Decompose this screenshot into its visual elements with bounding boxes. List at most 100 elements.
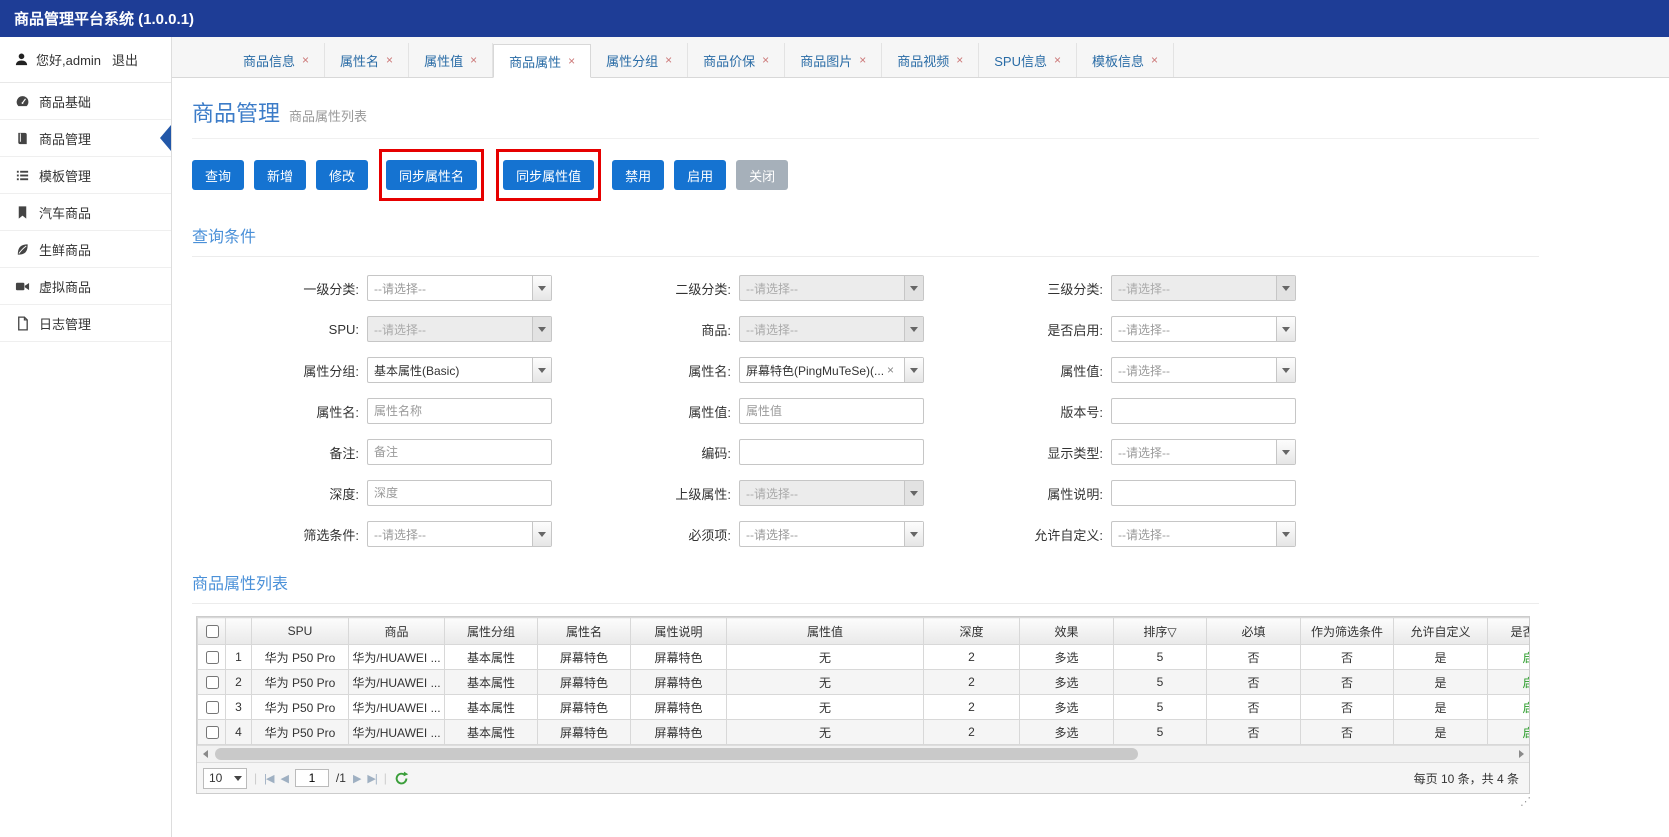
level1-category-select[interactable]: --请选择-- bbox=[367, 275, 552, 301]
grid-column-header[interactable]: 作为筛选条件 bbox=[1300, 617, 1394, 645]
grid-column-header[interactable]: 排序▽ bbox=[1113, 617, 1207, 645]
horizontal-scrollbar[interactable] bbox=[197, 745, 1529, 762]
next-page-icon[interactable]: ▶ bbox=[353, 772, 362, 785]
sidebar-item-log-manage[interactable]: 日志管理 bbox=[0, 305, 171, 342]
select-all-checkbox[interactable] bbox=[205, 624, 219, 638]
sync-attr-name-button[interactable]: 同步属性名 bbox=[386, 160, 478, 190]
tab-close-icon[interactable]: × bbox=[1054, 53, 1061, 67]
grid-column-header[interactable]: 效果 bbox=[1019, 617, 1114, 645]
level2-category-select: --请选择-- bbox=[739, 275, 924, 301]
field-label: 筛选条件: bbox=[303, 527, 359, 543]
tab-close-icon[interactable]: × bbox=[762, 53, 769, 67]
attr-name-text-input[interactable] bbox=[367, 398, 552, 424]
prev-page-icon[interactable]: ◀ bbox=[280, 772, 289, 785]
grid-column-header[interactable]: 属性名 bbox=[537, 617, 631, 645]
chevron-down-icon[interactable] bbox=[1276, 358, 1295, 382]
tab-attr-value[interactable]: 属性值 × bbox=[409, 43, 494, 77]
sidebar-item-virtual-goods[interactable]: 虚拟商品 bbox=[0, 268, 171, 305]
tab-close-icon[interactable]: × bbox=[302, 53, 309, 67]
grid-column-header[interactable]: 属性值 bbox=[726, 617, 924, 645]
tab-close-icon[interactable]: × bbox=[665, 53, 672, 67]
display-type-select[interactable]: --请选择-- bbox=[1111, 439, 1296, 465]
version-input[interactable] bbox=[1111, 398, 1296, 424]
allow-custom-select[interactable]: --请选择-- bbox=[1111, 521, 1296, 547]
attr-value-text-input[interactable] bbox=[739, 398, 924, 424]
refresh-icon[interactable] bbox=[394, 771, 409, 786]
add-button[interactable]: 新增 bbox=[254, 160, 307, 190]
grid-column-header[interactable]: 属性分组 bbox=[444, 617, 538, 645]
row-checkbox[interactable] bbox=[205, 675, 219, 689]
remark-input[interactable] bbox=[367, 439, 552, 465]
required-select[interactable]: --请选择-- bbox=[739, 521, 924, 547]
scrollbar-track[interactable] bbox=[213, 746, 1513, 762]
chevron-down-icon[interactable] bbox=[904, 522, 923, 546]
tab-close-icon[interactable]: × bbox=[956, 53, 963, 67]
tab-price-guard[interactable]: 商品价保 × bbox=[688, 43, 786, 77]
first-page-icon[interactable]: |◀ bbox=[264, 772, 274, 785]
grid-column-header[interactable]: SPU bbox=[251, 617, 349, 645]
tab-goods-attr[interactable]: 商品属性 × bbox=[493, 44, 592, 78]
edit-button[interactable]: 修改 bbox=[316, 160, 369, 190]
tab-goods-info[interactable]: 商品信息 × bbox=[228, 43, 326, 77]
scroll-left-icon[interactable] bbox=[197, 746, 213, 762]
last-page-icon[interactable]: ▶| bbox=[367, 772, 377, 785]
grid-column-header[interactable]: 深度 bbox=[923, 617, 1020, 645]
resize-grip[interactable]: ⋰ bbox=[1520, 795, 1531, 808]
chevron-down-icon[interactable] bbox=[532, 522, 551, 546]
chevron-down-icon[interactable] bbox=[1276, 522, 1295, 546]
depth-input[interactable] bbox=[367, 480, 552, 506]
tab-spu-info[interactable]: SPU信息 × bbox=[979, 43, 1077, 77]
enable-button[interactable]: 启用 bbox=[674, 160, 727, 190]
tab-attr-name[interactable]: 属性名 × bbox=[325, 43, 410, 77]
grid-column-header[interactable]: 商品 bbox=[348, 617, 445, 645]
tab-close-icon[interactable]: × bbox=[470, 53, 477, 67]
scroll-right-icon[interactable] bbox=[1513, 746, 1529, 762]
sidebar-item-template-manage[interactable]: 模板管理 bbox=[0, 157, 171, 194]
row-checkbox[interactable] bbox=[205, 725, 219, 739]
chevron-down-icon[interactable] bbox=[1276, 317, 1295, 341]
chevron-down-icon[interactable] bbox=[532, 276, 551, 300]
tab-template-info[interactable]: 模板信息 × bbox=[1077, 43, 1175, 77]
grid-column-header[interactable]: 是否启用 bbox=[1487, 617, 1529, 645]
sync-attr-value-button[interactable]: 同步属性值 bbox=[503, 160, 595, 190]
table-row[interactable]: 1 华为 P50 Pro 华为/HUAWEI ... 基本属性 屏幕特色 屏幕特色无 2 多选… bbox=[197, 644, 1529, 670]
logout-link[interactable]: 退出 bbox=[112, 50, 138, 69]
table-row[interactable]: 3 华为 P50 Pro 华为/HUAWEI ... 基本属性 屏幕特色 屏幕特色无 2 多选… bbox=[197, 694, 1529, 720]
tab-close-icon[interactable]: × bbox=[859, 53, 866, 67]
tab-goods-video[interactable]: 商品视频 × bbox=[882, 43, 980, 77]
close-button[interactable]: 关闭 bbox=[736, 160, 789, 190]
attr-group-select[interactable]: 基本属性(Basic) bbox=[367, 357, 552, 383]
disable-button[interactable]: 禁用 bbox=[612, 160, 665, 190]
attr-value-combo-select[interactable]: --请选择-- bbox=[1111, 357, 1296, 383]
sidebar-item-goods-base[interactable]: 商品基础 bbox=[0, 83, 171, 120]
attr-name-combo-select[interactable]: 屏幕特色(PingMuTeSe)(... × bbox=[739, 357, 924, 383]
scrollbar-thumb[interactable] bbox=[215, 748, 1138, 760]
tab-attr-group[interactable]: 属性分组 × bbox=[591, 43, 689, 77]
grid-column-header[interactable]: 必填 bbox=[1206, 617, 1301, 645]
page-size-select[interactable]: 10 bbox=[203, 767, 247, 789]
chevron-down-icon[interactable] bbox=[532, 358, 551, 382]
tab-close-icon[interactable]: × bbox=[386, 53, 393, 67]
is-enabled-select[interactable]: --请选择-- bbox=[1111, 316, 1296, 342]
chevron-down-icon[interactable] bbox=[904, 358, 923, 382]
row-checkbox[interactable] bbox=[205, 700, 219, 714]
sidebar-item-goods-manage[interactable]: 商品管理 bbox=[0, 120, 171, 157]
query-button[interactable]: 查询 bbox=[192, 160, 245, 190]
sidebar-item-fresh-goods[interactable]: 生鲜商品 bbox=[0, 231, 171, 268]
sidebar-item-car-goods[interactable]: 汽车商品 bbox=[0, 194, 171, 231]
tab-goods-image[interactable]: 商品图片 × bbox=[785, 43, 883, 77]
attr-desc-input[interactable] bbox=[1111, 480, 1296, 506]
chevron-down-icon[interactable] bbox=[1276, 440, 1295, 464]
tab-close-icon[interactable]: × bbox=[568, 54, 575, 68]
tab-close-icon[interactable]: × bbox=[1151, 53, 1158, 67]
grid-header-row: SPU 商品 属性分组 属性名 属性说明 属性值 深度 效果 排序▽ 必填 作为筛选条件 允许自定义是… bbox=[197, 617, 1529, 645]
filter-cond-select[interactable]: --请选择-- bbox=[367, 521, 552, 547]
grid-column-header[interactable]: 允许自定义 bbox=[1393, 617, 1488, 645]
table-row[interactable]: 2 华为 P50 Pro 华为/HUAWEI ... 基本属性 屏幕特色 屏幕特色无 2 多选… bbox=[197, 669, 1529, 695]
page-number-input[interactable] bbox=[294, 769, 329, 787]
code-input[interactable] bbox=[739, 439, 924, 465]
tag-remove-icon[interactable]: × bbox=[887, 363, 894, 377]
row-checkbox[interactable] bbox=[205, 650, 219, 664]
table-row[interactable]: 4 华为 P50 Pro 华为/HUAWEI ... 基本属性 屏幕特色 屏幕特色无 2 多选… bbox=[197, 719, 1529, 745]
grid-column-header[interactable]: 属性说明 bbox=[630, 617, 727, 645]
